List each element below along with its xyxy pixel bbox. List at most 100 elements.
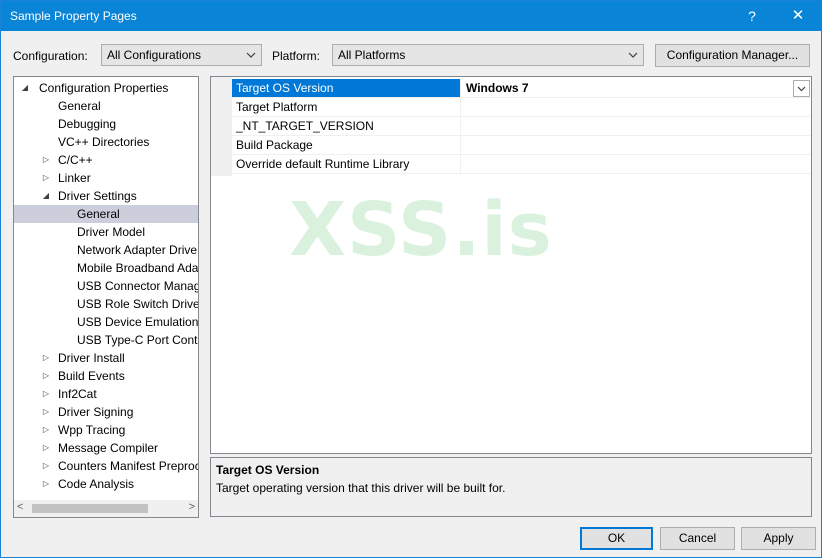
chevron-down-icon: [628, 52, 638, 58]
apply-button[interactable]: Apply: [741, 527, 816, 550]
description-text: Target operating version that this drive…: [216, 481, 506, 495]
tree-item-label: Counters Manifest Preproc: [58, 459, 199, 473]
grid-row-override-runtime-library[interactable]: Override default Runtime Library: [232, 155, 811, 174]
tree-item-label: Inf2Cat: [58, 387, 97, 401]
collapse-icon[interactable]: ◢: [41, 187, 51, 205]
tree-item-label: USB Connector Manag: [77, 279, 199, 293]
property-value[interactable]: Windows 7: [462, 79, 811, 97]
tree-item-driver-install[interactable]: ▷ Driver Install: [14, 349, 198, 367]
close-button[interactable]: ✕: [775, 1, 821, 31]
expand-icon[interactable]: ▷: [41, 457, 51, 475]
property-name[interactable]: _NT_TARGET_VERSION: [232, 117, 461, 135]
expand-icon[interactable]: ▷: [41, 403, 51, 421]
property-value[interactable]: [462, 117, 811, 135]
configuration-label: Configuration:: [13, 49, 88, 63]
tree-item-usb-typec[interactable]: USB Type-C Port Contr: [14, 331, 198, 349]
tree-item-label: Driver Settings: [58, 189, 137, 203]
configuration-manager-button[interactable]: Configuration Manager...: [655, 44, 810, 67]
configuration-value: All Configurations: [107, 48, 202, 62]
property-value[interactable]: [462, 136, 811, 154]
title-bar[interactable]: Sample Property Pages ? ✕: [1, 1, 821, 31]
tree-item-code-analysis[interactable]: ▷ Code Analysis: [14, 475, 198, 493]
property-name[interactable]: Target Platform: [232, 98, 461, 116]
expand-icon[interactable]: ▷: [41, 439, 51, 457]
tree-item-network-adapter[interactable]: Network Adapter Drive: [14, 241, 198, 259]
tree-item-label: Network Adapter Drive: [77, 243, 198, 257]
tree-item-usb-connector[interactable]: USB Connector Manag: [14, 277, 198, 295]
property-value[interactable]: [462, 98, 811, 116]
value-dropdown-button[interactable]: [793, 80, 810, 97]
scroll-left-icon[interactable]: <: [17, 501, 23, 513]
tree-item-usb-role-switch[interactable]: USB Role Switch Driver: [14, 295, 198, 313]
tree-item-linker[interactable]: ▷ Linker: [14, 169, 198, 187]
tree-item-c-cpp[interactable]: ▷ C/C++: [14, 151, 198, 169]
tree-item-usb-device-emulation[interactable]: USB Device Emulation: [14, 313, 198, 331]
grid-row-target-platform[interactable]: Target Platform: [232, 98, 811, 117]
configuration-dropdown[interactable]: All Configurations: [101, 44, 262, 66]
property-name[interactable]: Build Package: [232, 136, 461, 154]
ok-button[interactable]: OK: [580, 527, 653, 550]
expand-icon[interactable]: ▷: [41, 151, 51, 169]
tree-item-label: C/C++: [58, 153, 93, 167]
tree-item-wpp-tracing[interactable]: ▷ Wpp Tracing: [14, 421, 198, 439]
grid-row-target-os-version[interactable]: Target OS Version Windows 7: [232, 79, 811, 98]
scrollbar-thumb[interactable]: [32, 504, 148, 513]
tree-item-build-events[interactable]: ▷ Build Events: [14, 367, 198, 385]
platform-dropdown[interactable]: All Platforms: [332, 44, 644, 66]
expand-icon[interactable]: ▷: [41, 367, 51, 385]
platform-value: All Platforms: [338, 48, 406, 62]
tree-item-driver-general[interactable]: General: [14, 205, 198, 223]
property-pages-dialog: Sample Property Pages ? ✕ Configuration:…: [0, 0, 822, 558]
tree-item-debugging[interactable]: Debugging: [14, 115, 198, 133]
description-panel: Target OS Version Target operating versi…: [210, 457, 812, 517]
horizontal-scrollbar[interactable]: < >: [14, 500, 198, 517]
collapse-icon[interactable]: ◢: [20, 79, 30, 97]
grid-margin: [211, 77, 232, 176]
chevron-down-icon: [246, 52, 256, 58]
tree-item-label: General: [77, 207, 120, 221]
tree-item-counters-manifest[interactable]: ▷ Counters Manifest Preproc: [14, 457, 198, 475]
close-icon: ✕: [791, 7, 805, 24]
tree-item-label: Debugging: [58, 117, 117, 131]
help-icon: ?: [748, 8, 756, 24]
tree-item-vc-directories[interactable]: VC++ Directories: [14, 133, 198, 151]
tree-item-message-compiler[interactable]: ▷ Message Compiler: [14, 439, 198, 457]
tree-item-general[interactable]: General: [14, 97, 198, 115]
property-value[interactable]: [462, 155, 811, 173]
watermark: XSS.is: [289, 187, 553, 273]
cancel-button[interactable]: Cancel: [660, 527, 735, 550]
chevron-down-icon: [797, 86, 806, 92]
grid-row-build-package[interactable]: Build Package: [232, 136, 811, 155]
expand-icon[interactable]: ▷: [41, 169, 51, 187]
tree-item-label: Driver Signing: [58, 405, 134, 419]
expand-icon[interactable]: ▷: [41, 421, 51, 439]
property-name[interactable]: Target OS Version: [232, 79, 461, 97]
tree-item-label: Configuration Properties: [39, 81, 169, 95]
tree-item-label: Code Analysis: [58, 477, 135, 491]
tree-item-configuration-properties[interactable]: ◢ Configuration Properties: [14, 79, 198, 97]
tree-item-driver-model[interactable]: Driver Model: [14, 223, 198, 241]
tree-item-label: Driver Install: [58, 351, 125, 365]
tree-item-label: Linker: [58, 171, 91, 185]
property-name[interactable]: Override default Runtime Library: [232, 155, 461, 173]
scroll-right-icon[interactable]: >: [189, 501, 195, 513]
tree-item-label: Build Events: [58, 369, 125, 383]
help-button[interactable]: ?: [729, 1, 775, 31]
grid-row-nt-target-version[interactable]: _NT_TARGET_VERSION: [232, 117, 811, 136]
description-title: Target OS Version: [216, 463, 320, 477]
tree-item-label: Wpp Tracing: [58, 423, 126, 437]
tree-item-driver-settings[interactable]: ◢ Driver Settings: [14, 187, 198, 205]
tree-item-driver-signing[interactable]: ▷ Driver Signing: [14, 403, 198, 421]
tree-item-label: Message Compiler: [58, 441, 159, 455]
tree-item-label: USB Role Switch Driver: [77, 297, 199, 311]
property-tree[interactable]: ◢ Configuration Properties General Debug…: [13, 76, 199, 518]
window-title: Sample Property Pages: [10, 9, 137, 23]
tree-item-mobile-broadband[interactable]: Mobile Broadband Ada: [14, 259, 198, 277]
platform-label: Platform:: [272, 49, 321, 63]
expand-icon[interactable]: ▷: [41, 385, 51, 403]
expand-icon[interactable]: ▷: [41, 349, 51, 367]
tree-item-label: USB Type-C Port Contr: [77, 333, 199, 347]
tree-item-inf2cat[interactable]: ▷ Inf2Cat: [14, 385, 198, 403]
tree-item-label: Driver Model: [77, 225, 146, 239]
expand-icon[interactable]: ▷: [41, 475, 51, 493]
